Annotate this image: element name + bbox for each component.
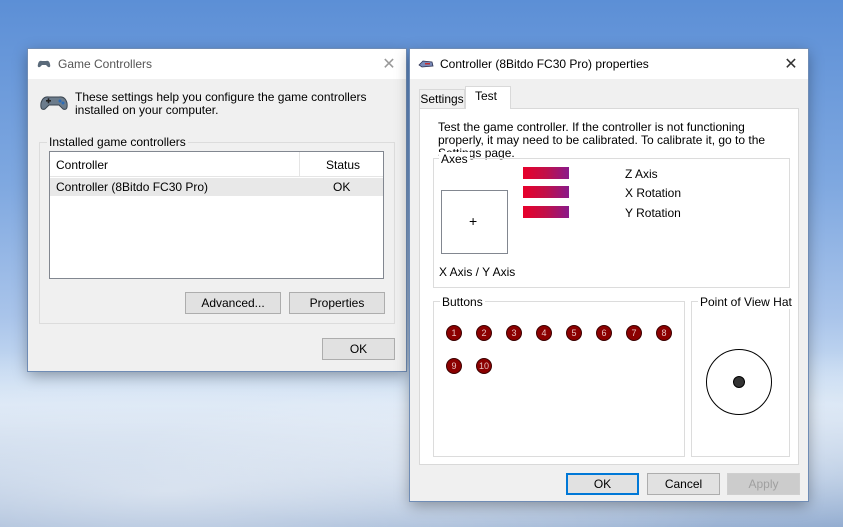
ok-button[interactable]: OK — [322, 338, 395, 360]
button-indicator: 7 — [626, 325, 642, 341]
pov-indicator — [733, 376, 745, 388]
y-rotation-bar — [523, 206, 569, 218]
row-status: OK — [333, 180, 351, 194]
tab-test[interactable]: Test — [465, 86, 511, 109]
close-icon: ✕ — [784, 56, 798, 73]
crosshair-icon: + — [469, 213, 478, 229]
close-button[interactable]: ✕ — [372, 49, 406, 79]
game-controllers-window: Game Controllers ✕ These settings help y… — [28, 49, 406, 371]
pov-circle — [706, 349, 772, 415]
row-controller-name: Controller (8Bitdo FC30 Pro) — [56, 180, 209, 194]
button-indicator: 6 — [596, 325, 612, 341]
table-row[interactable]: Controller (8Bitdo FC30 Pro) OK — [50, 178, 383, 196]
button-indicator: 1 — [446, 325, 462, 341]
buttons-label: Buttons — [440, 295, 485, 309]
apply-button: Apply — [727, 473, 800, 495]
window-title: Controller (8Bitdo FC30 Pro) properties — [440, 57, 649, 71]
y-rotation-label: Y Rotation — [625, 206, 681, 220]
xy-axis-label: X Axis / Y Axis — [439, 265, 516, 279]
controller-list[interactable]: Controller Status Controller (8Bitdo FC3… — [49, 151, 384, 279]
title-bar[interactable]: Controller (8Bitdo FC30 Pro) properties … — [410, 49, 808, 79]
intro-text: These settings help you configure the ga… — [75, 90, 367, 117]
x-rotation-bar — [523, 186, 569, 198]
gamepad-icon — [40, 96, 68, 110]
z-axis-label: Z Axis — [625, 167, 658, 181]
xy-axis-box: + — [441, 190, 508, 254]
gamepad-icon — [37, 60, 51, 68]
column-header-status[interactable]: Status — [326, 158, 360, 172]
column-divider — [299, 152, 300, 176]
close-button[interactable]: ✕ — [774, 49, 808, 79]
cancel-button[interactable]: Cancel — [647, 473, 720, 495]
button-indicator: 2 — [476, 325, 492, 341]
gamepad-icon — [418, 60, 434, 68]
properties-button[interactable]: Properties — [289, 292, 385, 314]
controller-properties-window: Controller (8Bitdo FC30 Pro) properties … — [410, 49, 808, 501]
button-indicator: 10 — [476, 358, 492, 374]
test-description: Test the game controller. If the control… — [438, 120, 766, 160]
window-title: Game Controllers — [58, 57, 153, 71]
pov-label: Point of View Hat — [698, 295, 794, 309]
installed-controllers-label: Installed game controllers — [47, 135, 188, 149]
column-header-controller[interactable]: Controller — [56, 158, 108, 172]
advanced-button[interactable]: Advanced... — [185, 292, 281, 314]
tab-settings[interactable]: Settings — [419, 89, 465, 108]
title-bar[interactable]: Game Controllers ✕ — [28, 49, 406, 79]
buttons-group — [433, 301, 685, 457]
button-indicator: 9 — [446, 358, 462, 374]
z-axis-bar — [523, 167, 569, 179]
button-indicator: 3 — [506, 325, 522, 341]
ok-button[interactable]: OK — [566, 473, 639, 495]
button-indicator: 4 — [536, 325, 552, 341]
close-icon: ✕ — [382, 56, 396, 73]
list-header: Controller Status — [50, 152, 383, 177]
button-indicator: 5 — [566, 325, 582, 341]
x-rotation-label: X Rotation — [625, 186, 682, 200]
button-indicator: 8 — [656, 325, 672, 341]
axes-label: Axes — [439, 152, 470, 166]
tab-panel: Test the game controller. If the control… — [419, 108, 799, 465]
